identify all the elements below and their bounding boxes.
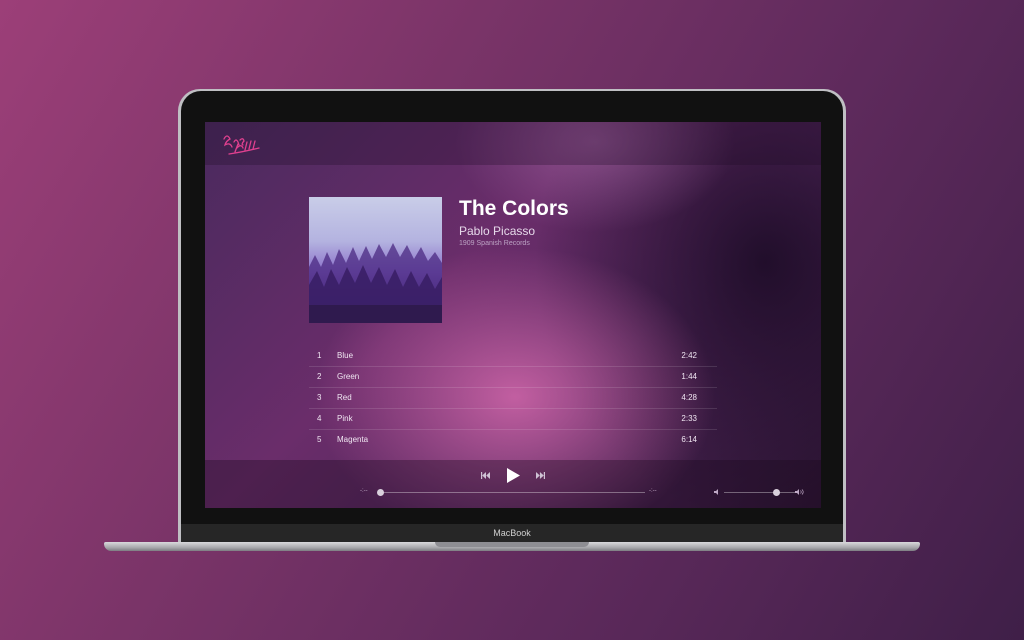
laptop-notch [435, 542, 589, 547]
track-list: 1 Blue 2:42 2 Green 1:44 3 Red 4:28 4 Pi… [309, 346, 717, 450]
track-row[interactable]: 5 Magenta 6:14 [309, 430, 717, 450]
track-name: Magenta [337, 435, 369, 444]
track-name: Pink [337, 414, 353, 423]
volume-handle[interactable] [773, 489, 780, 496]
track-duration: 1:44 [681, 372, 697, 381]
track-name: Red [337, 393, 352, 402]
track-number: 2 [317, 372, 322, 381]
track-name: Blue [337, 351, 354, 360]
record-label: 1909 Spanish Records [459, 240, 530, 247]
top-bar [205, 122, 821, 165]
progress-bar[interactable] [381, 492, 645, 493]
track-duration: 4:28 [681, 393, 697, 402]
device-brand-label: MacBook [493, 528, 531, 538]
track-row[interactable]: 4 Pink 2:33 [309, 409, 717, 430]
laptop-chin: MacBook [181, 524, 843, 543]
album-artist[interactable]: Pablo Picasso [459, 224, 535, 238]
previous-icon[interactable] [481, 472, 490, 479]
volume-low-icon[interactable] [714, 489, 720, 495]
play-icon[interactable] [507, 468, 520, 483]
volume-high-icon[interactable] [795, 489, 804, 495]
track-number: 4 [317, 414, 322, 423]
track-row[interactable]: 3 Red 4:28 [309, 388, 717, 409]
total-time: -:-- [649, 488, 657, 494]
player-controls: -:-- -:-- [205, 460, 821, 508]
track-duration: 2:42 [681, 351, 697, 360]
track-number: 1 [317, 351, 322, 360]
track-number: 3 [317, 393, 322, 402]
track-name: Green [337, 372, 360, 381]
track-duration: 6:14 [681, 435, 697, 444]
track-duration: 2:33 [681, 414, 697, 423]
brand-logo[interactable] [221, 130, 261, 156]
track-row[interactable]: 2 Green 1:44 [309, 367, 717, 388]
elapsed-time: -:-- [360, 488, 368, 494]
album-title: The Colors [459, 197, 569, 220]
album-cover [309, 197, 442, 323]
next-icon[interactable] [536, 472, 545, 479]
volume-slider[interactable] [724, 492, 796, 493]
progress-handle[interactable] [377, 489, 384, 496]
track-row[interactable]: 1 Blue 2:42 [309, 346, 717, 367]
track-number: 5 [317, 435, 322, 444]
app-screen: The Colors Pablo Picasso 1909 Spanish Re… [205, 122, 821, 508]
